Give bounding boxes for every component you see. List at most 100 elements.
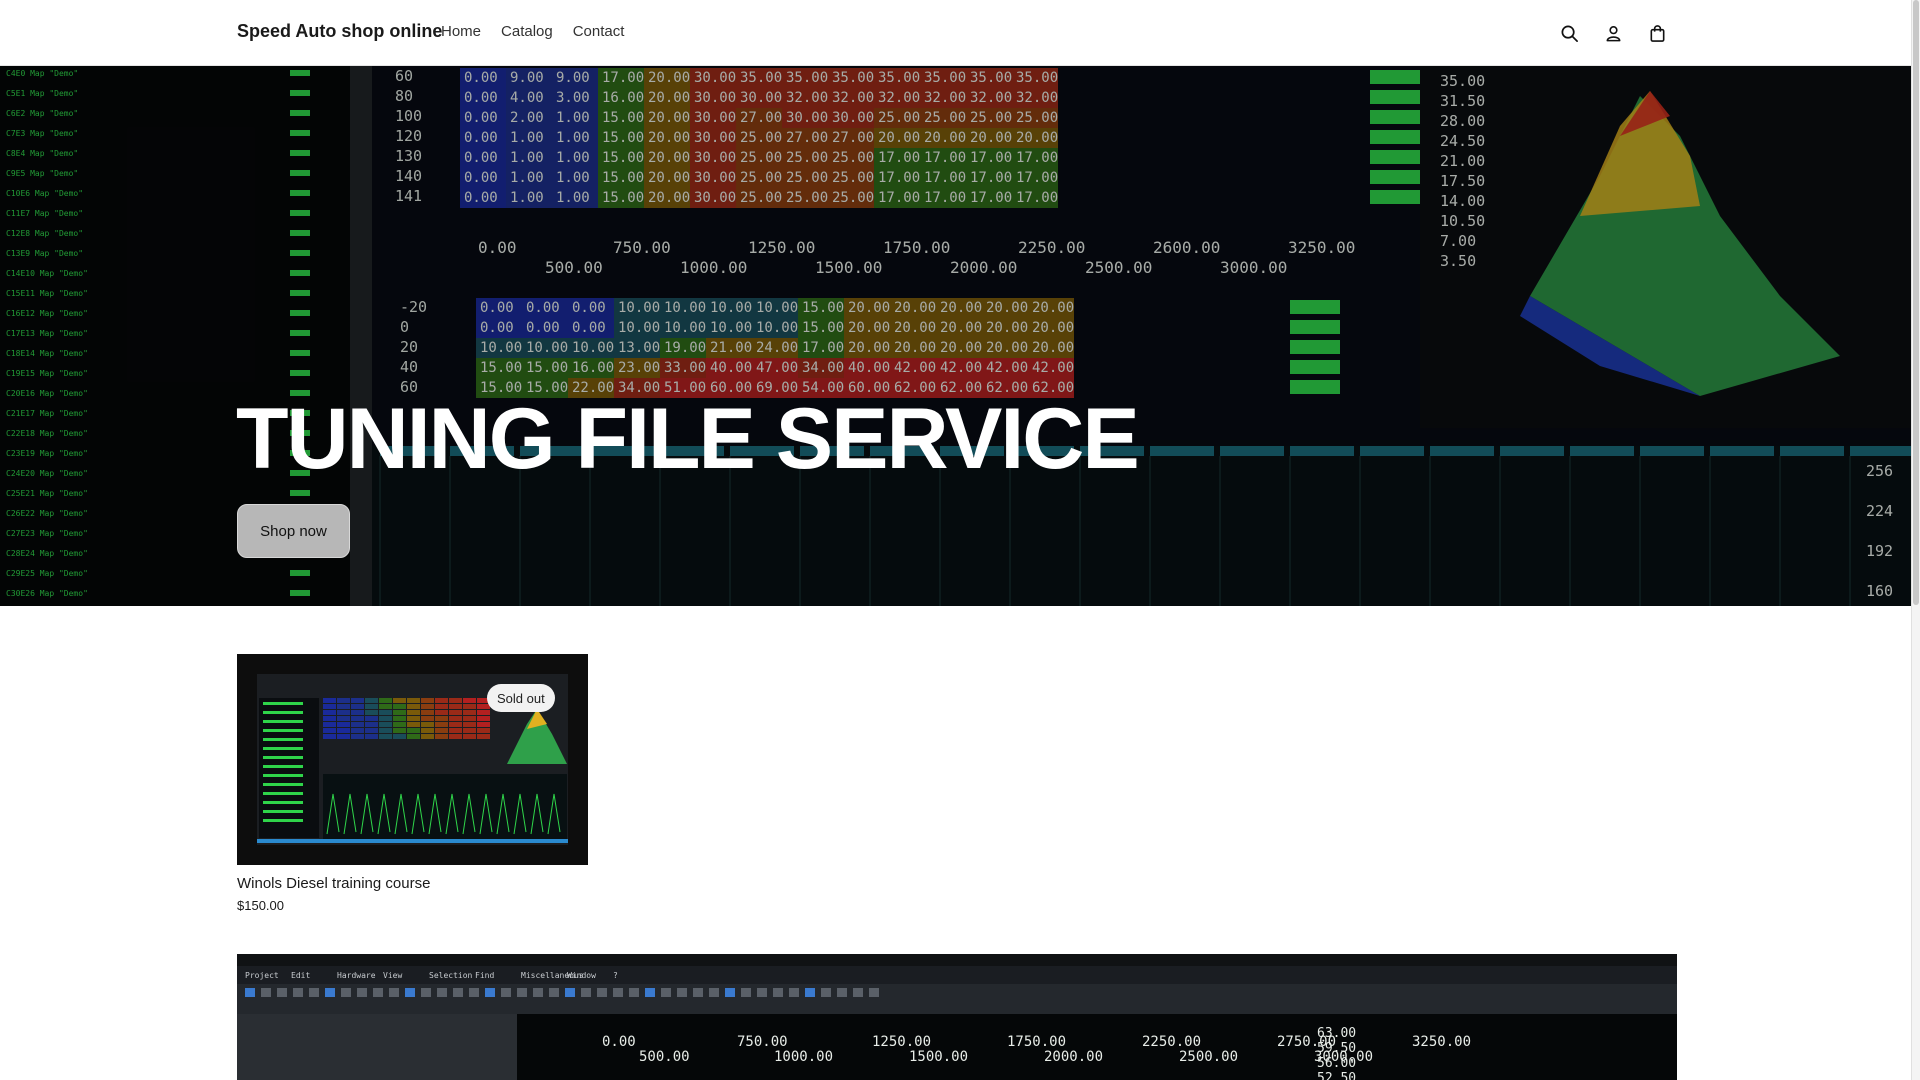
banner-tool-icon xyxy=(325,988,335,997)
banner-tool-icon xyxy=(837,988,847,997)
thumb-map-cell xyxy=(379,734,392,739)
account-icon[interactable] xyxy=(1600,20,1626,46)
thumb-map-cell xyxy=(393,704,406,709)
thumb-map-cell xyxy=(379,698,392,703)
thumb-map-cell xyxy=(449,722,462,727)
nav-home[interactable]: Home xyxy=(441,23,481,40)
thumb-map-cell xyxy=(463,734,476,739)
banner-scale-value: 59.50 xyxy=(1317,1041,1356,1056)
banner-tool-icon xyxy=(421,988,431,997)
thumb-map-cell xyxy=(365,722,378,727)
banner-tool-icon xyxy=(853,988,863,997)
banner-menu-item: Window xyxy=(567,971,596,980)
thumb-map-cell xyxy=(337,698,350,703)
shop-now-button[interactable]: Shop now xyxy=(237,504,350,558)
thumb-map-cell xyxy=(463,722,476,727)
banner-axis-label: 1250.00 xyxy=(872,1034,931,1050)
thumb-map-cell xyxy=(337,710,350,715)
scrollbar-thumb[interactable] xyxy=(1913,0,1919,605)
banner-side-panel xyxy=(237,1014,517,1080)
thumb-map-cell xyxy=(337,716,350,721)
thumb-map-cell xyxy=(463,716,476,721)
thumb-map-cell xyxy=(421,704,434,709)
thumb-map-cell xyxy=(435,704,448,709)
thumb-map-cell xyxy=(449,704,462,709)
thumb-list-row xyxy=(263,801,303,804)
thumb-map-cell xyxy=(337,734,350,739)
thumb-map-cell xyxy=(393,716,406,721)
thumb-list-row xyxy=(263,711,303,714)
banner-axis-label: 0.00 xyxy=(602,1034,636,1050)
thumb-map-cell xyxy=(407,710,420,715)
thumb-map-cell xyxy=(435,728,448,733)
banner-tool-icon xyxy=(341,988,351,997)
thumb-map-cell xyxy=(449,698,462,703)
banner-axis-label: 750.00 xyxy=(737,1034,788,1050)
thumb-map-cell xyxy=(351,716,364,721)
nav-contact[interactable]: Contact xyxy=(573,23,625,40)
thumb-list-row xyxy=(263,792,303,795)
thumb-map-cell xyxy=(379,722,392,727)
banner-tool-icon xyxy=(725,988,735,997)
thumb-map-cell xyxy=(365,734,378,739)
thumb-map-cell xyxy=(393,734,406,739)
thumb-list-row xyxy=(263,729,303,732)
banner-tool-icon xyxy=(693,988,703,997)
thumb-map-cell xyxy=(365,716,378,721)
thumb-map-cell xyxy=(421,716,434,721)
thumb-map-cell xyxy=(477,728,490,733)
thumb-map-cell xyxy=(421,734,434,739)
brand-logo[interactable]: Speed Auto shop online xyxy=(237,21,442,42)
thumb-map-cell xyxy=(337,704,350,709)
thumb-map-cell xyxy=(393,722,406,727)
banner-tool-icon xyxy=(757,988,767,997)
thumb-statusbar xyxy=(257,839,568,843)
thumb-list-row xyxy=(263,819,303,822)
banner-tool-icon xyxy=(293,988,303,997)
banner-axis-label: 2000.00 xyxy=(1044,1049,1103,1065)
banner-tool-icon xyxy=(517,988,527,997)
thumb-map-cell xyxy=(407,716,420,721)
search-icon[interactable] xyxy=(1556,20,1582,46)
banner-tool-icon xyxy=(597,988,607,997)
banner-axis-label: 3250.00 xyxy=(1412,1034,1471,1050)
thumb-map-cell xyxy=(379,710,392,715)
thumb-map-cell xyxy=(365,704,378,709)
thumb-map-cell xyxy=(477,722,490,727)
page-scrollbar[interactable] xyxy=(1911,0,1920,1080)
main-nav: Home Catalog Contact xyxy=(441,23,624,40)
banner-tool-icon xyxy=(677,988,687,997)
thumb-map-cell xyxy=(449,728,462,733)
banner-axis-label: 2500.00 xyxy=(1179,1049,1238,1065)
banner-tool-icon xyxy=(629,988,639,997)
banner-tool-icon xyxy=(453,988,463,997)
thumb-map-cell xyxy=(337,728,350,733)
thumb-map-cell xyxy=(421,728,434,733)
thumb-map-cell xyxy=(421,722,434,727)
banner-tool-icon xyxy=(405,988,415,997)
nav-catalog[interactable]: Catalog xyxy=(501,23,553,40)
thumb-map-cell xyxy=(435,722,448,727)
thumb-map-cell xyxy=(351,734,364,739)
hero-banner: C4E0 Map "Demo" C5E1 Map "Demo" C6E2 Map "… xyxy=(0,66,1911,606)
thumb-map-cell xyxy=(323,734,336,739)
thumb-map-cell xyxy=(323,722,336,727)
thumb-map-cell xyxy=(449,734,462,739)
banner-tool-icon xyxy=(805,988,815,997)
cart-icon[interactable] xyxy=(1644,20,1670,46)
banner-tool-icon xyxy=(437,988,447,997)
thumb-map-cell xyxy=(351,710,364,715)
thumb-list-row xyxy=(263,747,303,750)
thumb-map-cell xyxy=(351,728,364,733)
thumb-map-cell xyxy=(463,704,476,709)
product-title[interactable]: Winols Diesel training course xyxy=(237,875,430,892)
banner-tool-icon xyxy=(773,988,783,997)
banner-tool-icon xyxy=(741,988,751,997)
thumb-map-cell xyxy=(323,704,336,709)
banner-menu-item: ? xyxy=(613,971,618,980)
thumb-map-cell xyxy=(365,698,378,703)
thumb-map-cell xyxy=(365,728,378,733)
thumb-list-row xyxy=(263,702,303,705)
banner-tool-icon xyxy=(661,988,671,997)
thumb-map-cell xyxy=(379,716,392,721)
